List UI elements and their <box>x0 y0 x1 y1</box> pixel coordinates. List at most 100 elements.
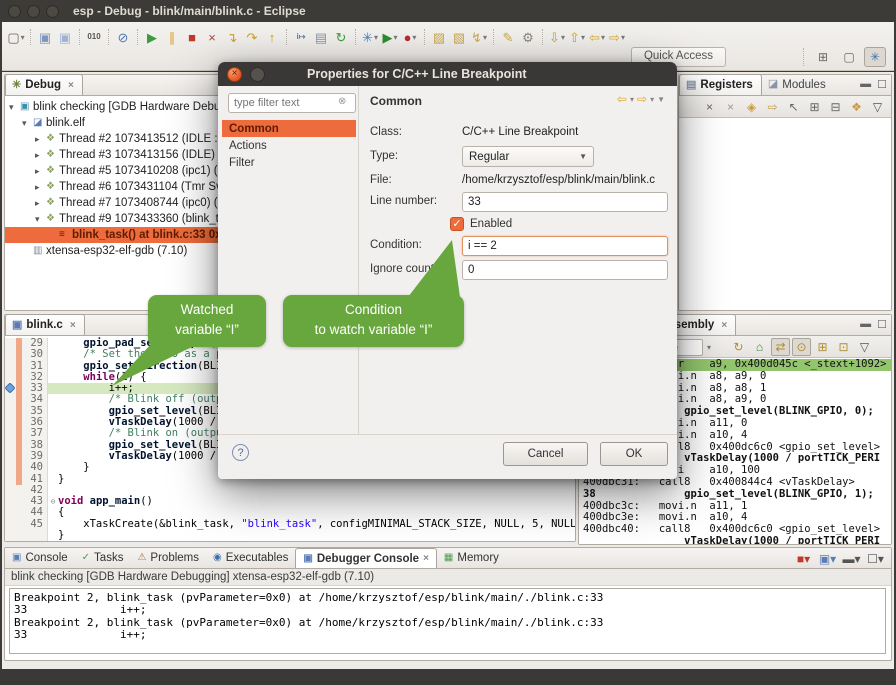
breakpoint-gutter[interactable] <box>5 361 16 372</box>
fold-icon[interactable] <box>48 383 58 394</box>
toolbar-icon[interactable]: ●▾ <box>400 26 420 48</box>
breakpoint-gutter[interactable] <box>5 519 16 530</box>
toolbar-icon[interactable]: ↴▾ <box>222 26 242 48</box>
location-caret-icon[interactable]: ▾ <box>707 343 711 352</box>
dialog-nav-item[interactable]: Common <box>222 120 356 137</box>
toolbar-icon[interactable]: ▾ <box>282 26 291 48</box>
toolbar-icon[interactable]: ▾ <box>351 26 360 48</box>
toolbar-icon[interactable]: ▾ <box>104 26 113 48</box>
debug-tree-item[interactable]: ▾ ◪ blink.elf <box>5 115 229 131</box>
fold-icon[interactable]: ⊖ <box>48 496 58 507</box>
tab-blink-c[interactable]: ▣ blink.c × <box>5 314 85 335</box>
console-tab[interactable]: ▦ Memory <box>437 548 506 568</box>
help-icon[interactable]: ? <box>232 444 249 461</box>
breakpoint-gutter[interactable] <box>5 440 16 451</box>
back-icon[interactable]: ⇦ <box>617 92 627 106</box>
breakpoint-gutter[interactable] <box>5 406 16 417</box>
expander-icon[interactable]: ▾ <box>22 118 33 129</box>
toolbar-icon[interactable]: ✳▾ <box>360 26 380 48</box>
debug-tree-item[interactable]: ▸ ❖ Thread #3 1073413156 (IDLE) (Susp <box>5 147 229 163</box>
disassembly-toolbar-icon[interactable]: ⊞ <box>813 338 832 356</box>
expander-icon[interactable]: ▾ <box>35 214 46 225</box>
console-action-icon[interactable]: ▬▾ <box>842 550 861 568</box>
dialog-window-icon[interactable] <box>250 67 265 82</box>
fold-icon[interactable] <box>48 485 58 496</box>
dialog-nav-item[interactable]: Actions <box>222 137 356 154</box>
console-tab[interactable]: ✓ Tasks <box>75 548 131 568</box>
registers-toolbar-icon[interactable]: × <box>700 98 719 116</box>
registers-toolbar-icon[interactable]: ↖ <box>784 98 803 116</box>
registers-toolbar-icon[interactable]: ◈ <box>742 98 761 116</box>
fold-icon[interactable] <box>48 428 58 439</box>
breakpoint-gutter[interactable] <box>5 496 16 507</box>
toolbar-icon[interactable]: ↷▾ <box>242 26 262 48</box>
console-action-icon[interactable]: ▣▾ <box>818 550 837 568</box>
toolbar-icon[interactable]: ▶▾ <box>142 26 162 48</box>
console-output[interactable]: Breakpoint 2, blink_task (pvParameter=0x… <box>9 588 886 654</box>
close-tab-icon[interactable]: × <box>721 320 727 331</box>
registers-toolbar-icon[interactable]: ▽ <box>868 98 887 116</box>
view-menu-icon[interactable]: ▼ <box>657 95 665 104</box>
expander-icon[interactable]: ▸ <box>35 166 46 177</box>
fold-icon[interactable] <box>48 338 58 349</box>
perspective-icon[interactable]: ▢ <box>838 47 860 67</box>
toolbar-icon[interactable]: ▣▾ <box>35 26 55 48</box>
enabled-checkbox[interactable]: ✓ <box>450 217 464 231</box>
close-tab-icon[interactable]: × <box>423 553 429 564</box>
debug-tree-item[interactable]: ▾ ❖ Thread #9 1073433360 (blink_task <box>5 211 229 227</box>
registers-toolbar-icon[interactable]: ⊞ <box>805 98 824 116</box>
disassembly-toolbar-icon[interactable]: ⇄ <box>771 338 790 356</box>
fold-icon[interactable] <box>48 349 58 360</box>
window-minimize-icon[interactable] <box>27 5 40 18</box>
debug-tree-item[interactable]: ▾ ▣ blink checking [GDB Hardware Debug <box>5 99 229 115</box>
disassembly-toolbar-icon[interactable]: ⊡ <box>834 338 853 356</box>
expander-icon[interactable]: ▸ <box>35 182 46 193</box>
perspective-icon[interactable]: ⊞ <box>812 47 834 67</box>
breakpoint-gutter[interactable] <box>5 394 16 405</box>
forward-icon[interactable]: ⇨ <box>637 92 647 106</box>
toolbar-icon[interactable]: ↯▾ <box>469 26 489 48</box>
breakpoint-gutter[interactable] <box>5 474 16 485</box>
breakpoint-gutter[interactable] <box>5 428 16 439</box>
expander-icon[interactable]: ▸ <box>35 134 46 145</box>
toolbar-icon[interactable]: ▢▾ <box>6 26 26 48</box>
window-close-icon[interactable] <box>8 5 21 18</box>
toolbar-icon[interactable]: ↑▾ <box>262 26 282 48</box>
debug-tree-item[interactable]: ▸ ❖ Thread #7 1073408744 (ipc0) (Susp <box>5 195 229 211</box>
breakpoint-gutter[interactable] <box>5 383 16 394</box>
breakpoint-gutter[interactable] <box>5 485 16 496</box>
maximize-icon[interactable]: ☐ <box>877 318 887 331</box>
console-action-icon[interactable]: ■▾ <box>794 550 813 568</box>
expander-icon[interactable]: ▾ <box>9 102 20 113</box>
toolbar-icon[interactable]: ⚙▾ <box>518 26 538 48</box>
debug-tree[interactable]: ▾ ▣ blink checking [GDB Hardware Debug ▾… <box>5 96 229 259</box>
minimize-icon[interactable]: ▬ <box>860 318 871 331</box>
view-tab[interactable]: ◪ Modules <box>762 74 834 95</box>
expander-icon[interactable]: ▸ <box>35 198 46 209</box>
debug-tree-item[interactable]: ▸ ❖ Thread #6 1073431104 (Tmr Svc) (S <box>5 179 229 195</box>
ignore-count-input[interactable] <box>462 260 668 280</box>
clear-filter-icon[interactable]: ⊗ <box>338 96 346 107</box>
toolbar-icon[interactable]: ⇩▾ <box>547 26 567 48</box>
console-action-icon[interactable]: ☐▾ <box>866 550 885 568</box>
toolbar-icon[interactable]: ▾ <box>420 26 429 48</box>
toolbar-icon[interactable]: ▾ <box>538 26 547 48</box>
toolbar-icon[interactable]: ∥▾ <box>162 26 182 48</box>
toolbar-icon[interactable]: ▤▾ <box>311 26 331 48</box>
breakpoint-gutter[interactable] <box>5 338 16 349</box>
fold-icon[interactable] <box>48 361 58 372</box>
fold-icon[interactable] <box>48 462 58 473</box>
registers-toolbar-icon[interactable]: ⊟ <box>826 98 845 116</box>
fold-icon[interactable] <box>48 417 58 428</box>
maximize-icon[interactable]: ☐ <box>877 78 887 91</box>
toolbar-icon[interactable]: ■▾ <box>182 26 202 48</box>
fold-icon[interactable] <box>48 440 58 451</box>
disassembly-toolbar-icon[interactable]: ↻ <box>729 338 748 356</box>
line-number-input[interactable] <box>462 192 668 212</box>
fold-icon[interactable] <box>48 519 58 530</box>
tab-debug[interactable]: ✳ Debug × <box>5 74 83 95</box>
toolbar-icon[interactable]: ▶▾ <box>380 26 400 48</box>
breakpoint-gutter[interactable] <box>5 507 16 518</box>
view-tab[interactable]: ▤ Registers <box>679 74 762 95</box>
fold-icon[interactable] <box>48 507 58 518</box>
